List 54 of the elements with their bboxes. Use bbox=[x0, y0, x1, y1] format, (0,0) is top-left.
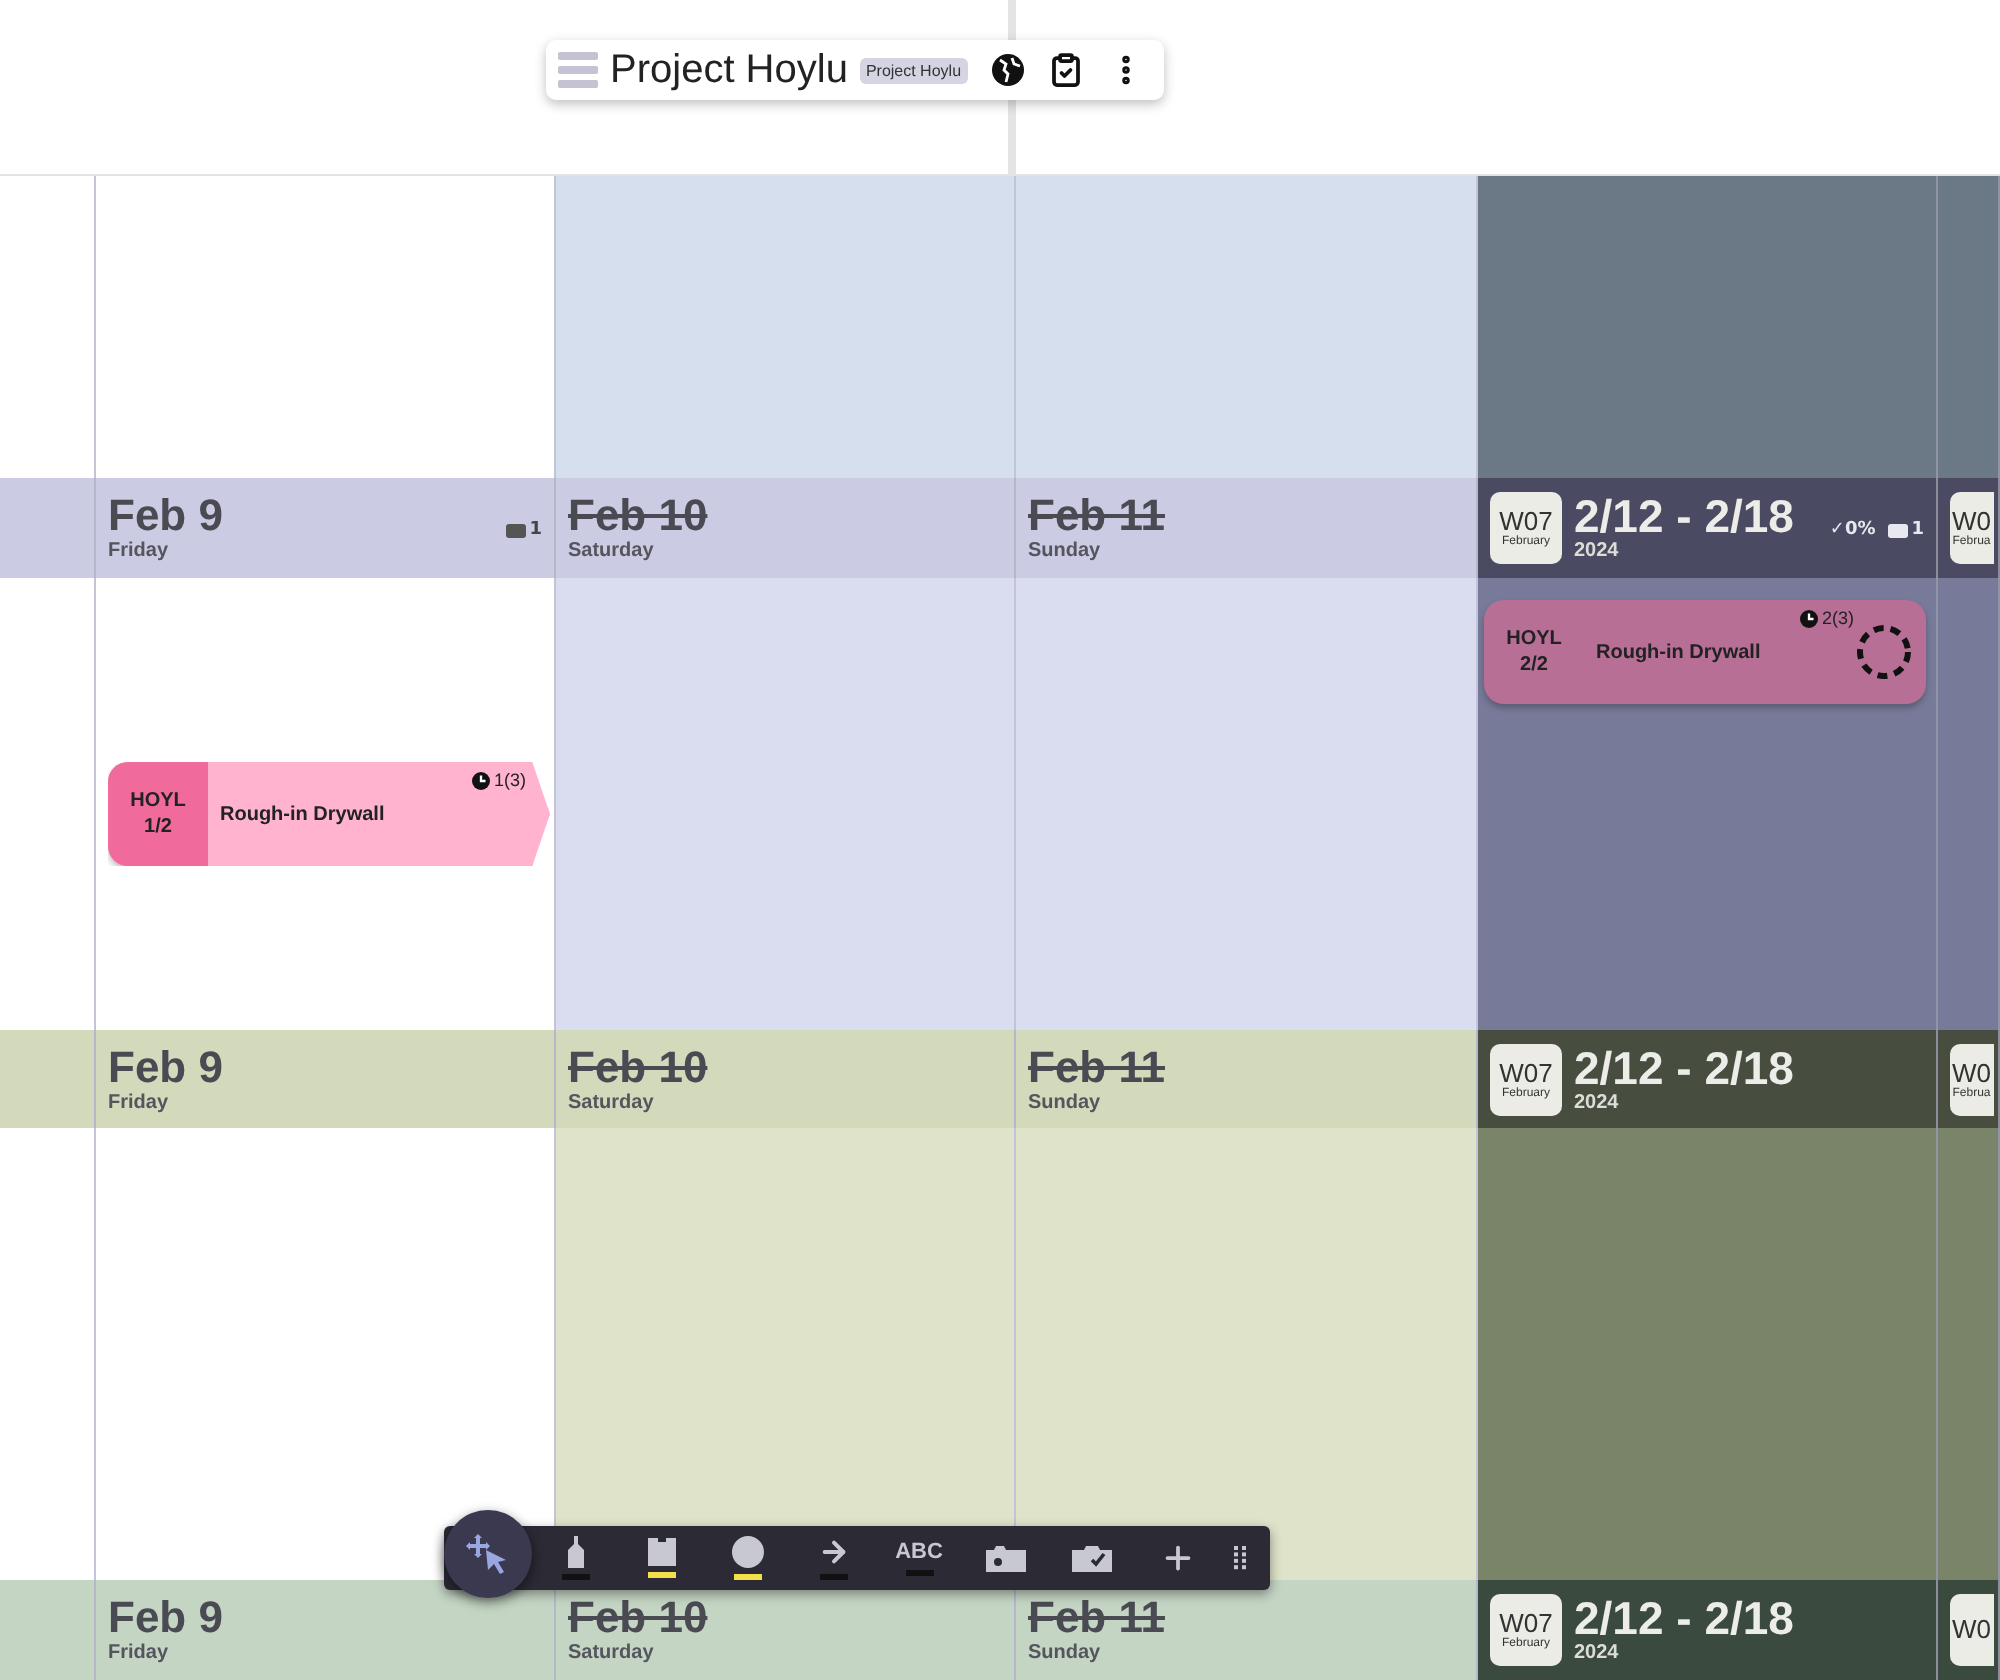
weekday-label: Sunday bbox=[1028, 1092, 1103, 1114]
task-code: HOYL 1/2 bbox=[108, 762, 208, 866]
task-card[interactable]: HOYL 1/2 Rough-in Drywall 1(3) bbox=[108, 762, 550, 866]
text-tool-button[interactable]: ABC bbox=[876, 1528, 962, 1588]
week-range: 2/12 - 2/18 bbox=[1574, 1044, 1796, 1092]
date-label: Feb 10 bbox=[568, 492, 710, 540]
date-label: Feb 9 bbox=[108, 1044, 225, 1092]
date-label: Feb 11 bbox=[1028, 492, 1167, 540]
weekday-label: Saturday bbox=[568, 540, 656, 562]
ticket-count: 1 bbox=[1887, 520, 1924, 540]
weekday-label: Friday bbox=[108, 1642, 171, 1664]
year-label: 2024 bbox=[1574, 1092, 1621, 1114]
weekday-label: Sunday bbox=[1028, 540, 1103, 562]
week-range: 2/12 - 2/18 bbox=[1574, 1594, 1796, 1642]
date-label: Feb 11 bbox=[1028, 1594, 1167, 1642]
board-title: Project Hoylu bbox=[610, 47, 848, 93]
week-badge: W0 bbox=[1950, 1594, 1993, 1666]
marker-icon bbox=[565, 1536, 585, 1568]
weekday-label: Sunday bbox=[1028, 1642, 1103, 1664]
date-label: Feb 10 bbox=[568, 1594, 710, 1642]
week-range: 2/12 - 2/18 bbox=[1574, 492, 1796, 540]
pending-status-icon bbox=[1854, 622, 1914, 682]
clipboard-check-icon[interactable] bbox=[1047, 52, 1084, 88]
globe-icon[interactable] bbox=[991, 54, 1024, 86]
stack-icon bbox=[558, 52, 598, 88]
task-hours: 1(3) bbox=[471, 770, 526, 790]
check-card-icon bbox=[1071, 1545, 1111, 1571]
task-hours: 2(3) bbox=[1799, 608, 1854, 628]
grip-icon bbox=[1234, 1546, 1246, 1570]
ticket-count: 1 bbox=[505, 520, 542, 540]
weekday-label: Saturday bbox=[568, 1642, 656, 1664]
year-label: 2024 bbox=[1574, 1642, 1621, 1664]
task-card[interactable]: HOYL 2/2 Rough-in Drywall 2(3) bbox=[1484, 600, 1926, 704]
progress-label: ✓0% bbox=[1829, 520, 1876, 540]
sticky-note-icon bbox=[647, 1538, 675, 1566]
arrow-icon bbox=[817, 1536, 849, 1568]
task-title: Rough-in Drywall bbox=[220, 803, 385, 825]
task-title: Rough-in Drywall bbox=[1596, 641, 1761, 663]
year-label: 2024 bbox=[1574, 540, 1621, 562]
date-label: Feb 9 bbox=[108, 1594, 225, 1642]
camera-icon bbox=[985, 1545, 1025, 1571]
project-tag: Project Hoylu bbox=[859, 57, 968, 83]
weekday-label: Friday bbox=[108, 1092, 171, 1114]
date-label: Feb 11 bbox=[1028, 1044, 1167, 1092]
weekday-label: Friday bbox=[108, 540, 171, 562]
date-label: Feb 10 bbox=[568, 1044, 710, 1092]
ticket-icon bbox=[1887, 523, 1908, 537]
weekday-label: Saturday bbox=[568, 1092, 656, 1114]
date-label: Feb 9 bbox=[108, 492, 225, 540]
clock-icon bbox=[471, 771, 490, 789]
ticket-icon bbox=[505, 523, 526, 537]
circle-icon bbox=[731, 1536, 763, 1568]
task-code: HOYL 2/2 bbox=[1504, 626, 1564, 680]
clock-icon bbox=[1799, 609, 1818, 627]
